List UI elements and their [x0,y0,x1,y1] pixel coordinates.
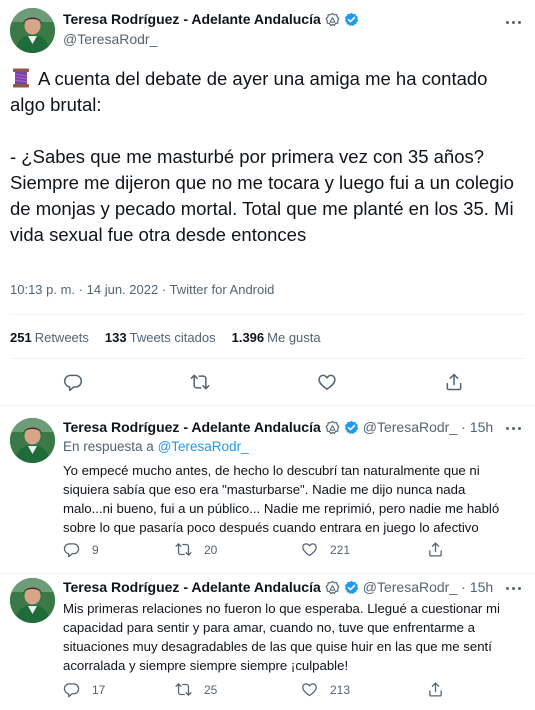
tweet-meta: 10:13 p. m. · 14 jun. 2022 · Twitter for… [10,282,275,297]
government-badge-icon [325,12,340,27]
tweet-text-body: A cuenta del debate de ayer una amiga me… [10,68,514,245]
like-button[interactable]: 221 [301,541,350,558]
divider [10,314,525,315]
author-display-name[interactable]: Teresa Rodríguez - Adelante Andalucía [63,11,321,27]
share-button[interactable] [427,541,456,558]
reply-button[interactable]: 17 [63,681,105,698]
like-button[interactable]: 213 [301,681,350,698]
more-icon [505,426,509,430]
reply-tweet[interactable]: Teresa Rodríguez - Adelante Andalucía @T… [0,574,535,710]
like-icon [302,543,317,557]
likes-stat[interactable]: 1.396 Me gusta [232,330,321,345]
tweet-date[interactable]: 14 jun. 2022 [87,282,159,297]
like-icon[interactable] [317,372,337,392]
retweet-icon[interactable] [190,372,210,392]
government-badge-icon [325,580,340,595]
tweet-text: A cuenta del debate de ayer una amiga me… [10,66,525,248]
tweet-time[interactable]: 10:13 p. m. [10,282,75,297]
reply-tweet[interactable]: Teresa Rodríguez - Adelante Andalucía @T… [0,406,535,574]
divider [10,358,525,359]
reply-text: Yo empecé mucho antes, de hecho lo descu… [63,463,500,535]
more-button[interactable] [502,420,524,436]
avatar[interactable] [10,8,55,53]
like-count: 213 [330,682,351,697]
reply-time[interactable]: 15h [470,419,493,435]
tweet-source: Twitter for Android [169,282,275,297]
tweet-stats: 251 Retweets 133 Tweets citados 1.396 Me gu… [10,330,321,345]
more-button[interactable] [502,580,524,596]
reply-author-row: Teresa Rodríguez - Adelante Andalucía @T… [63,579,494,595]
like-count: 221 [330,542,351,557]
reply-text: Mis primeras relaciones no fueron lo que… [63,601,500,673]
share-icon[interactable] [444,372,464,392]
tweet-actions [0,370,535,396]
replying-to-handle[interactable]: @TeresaRodr_ [158,439,249,454]
retweet-button[interactable]: 20 [175,541,217,558]
avatar[interactable] [10,578,55,623]
reply-actions: 9 20 221 [63,541,513,559]
share-icon [429,542,442,557]
share-icon [429,682,442,697]
government-badge-icon [325,420,340,435]
more-button[interactable] [502,14,524,30]
reply-handle[interactable]: @TeresaRodr_ [363,419,457,435]
reply-display-name[interactable]: Teresa Rodríguez - Adelante Andalucía [63,579,321,595]
retweets-stat[interactable]: 251 Retweets [10,330,89,345]
more-icon [505,586,509,590]
thread-spool-icon [10,67,32,89]
quotes-stat[interactable]: 133 Tweets citados [105,330,216,345]
reply-icon[interactable] [63,372,83,392]
reply-time[interactable]: 15h [470,579,493,595]
retweet-button[interactable]: 25 [175,681,217,698]
share-button[interactable] [427,681,456,698]
more-icon [505,20,509,24]
author-row: Teresa Rodríguez - Adelante Andalucía [63,11,359,27]
reply-icon [63,543,80,558]
reply-button[interactable]: 9 [63,541,99,558]
retweet-icon [175,683,192,696]
like-icon [302,683,317,697]
reply-handle[interactable]: @TeresaRodr_ [363,579,457,595]
retweet-count: 20 [204,542,218,557]
reply-actions: 17 25 213 [63,681,513,699]
avatar[interactable] [10,418,55,463]
reply-count: 9 [92,542,99,557]
verified-badge-icon [344,12,359,27]
verified-badge-icon [344,420,359,435]
main-tweet: Teresa Rodríguez - Adelante Andalucía @T… [0,0,535,406]
reply-display-name[interactable]: Teresa Rodríguez - Adelante Andalucía [63,419,321,435]
reply-icon [63,683,80,698]
reply-author-row: Teresa Rodríguez - Adelante Andalucía @T… [63,419,494,435]
reply-count: 17 [92,682,106,697]
author-handle[interactable]: @TeresaRodr_ [63,31,157,47]
retweet-icon [175,543,192,556]
retweet-count: 25 [204,682,218,697]
replying-to: En respuesta a @TeresaRodr_ [63,439,249,454]
author-handle-row: @TeresaRodr_ [63,31,157,47]
verified-badge-icon [344,580,359,595]
